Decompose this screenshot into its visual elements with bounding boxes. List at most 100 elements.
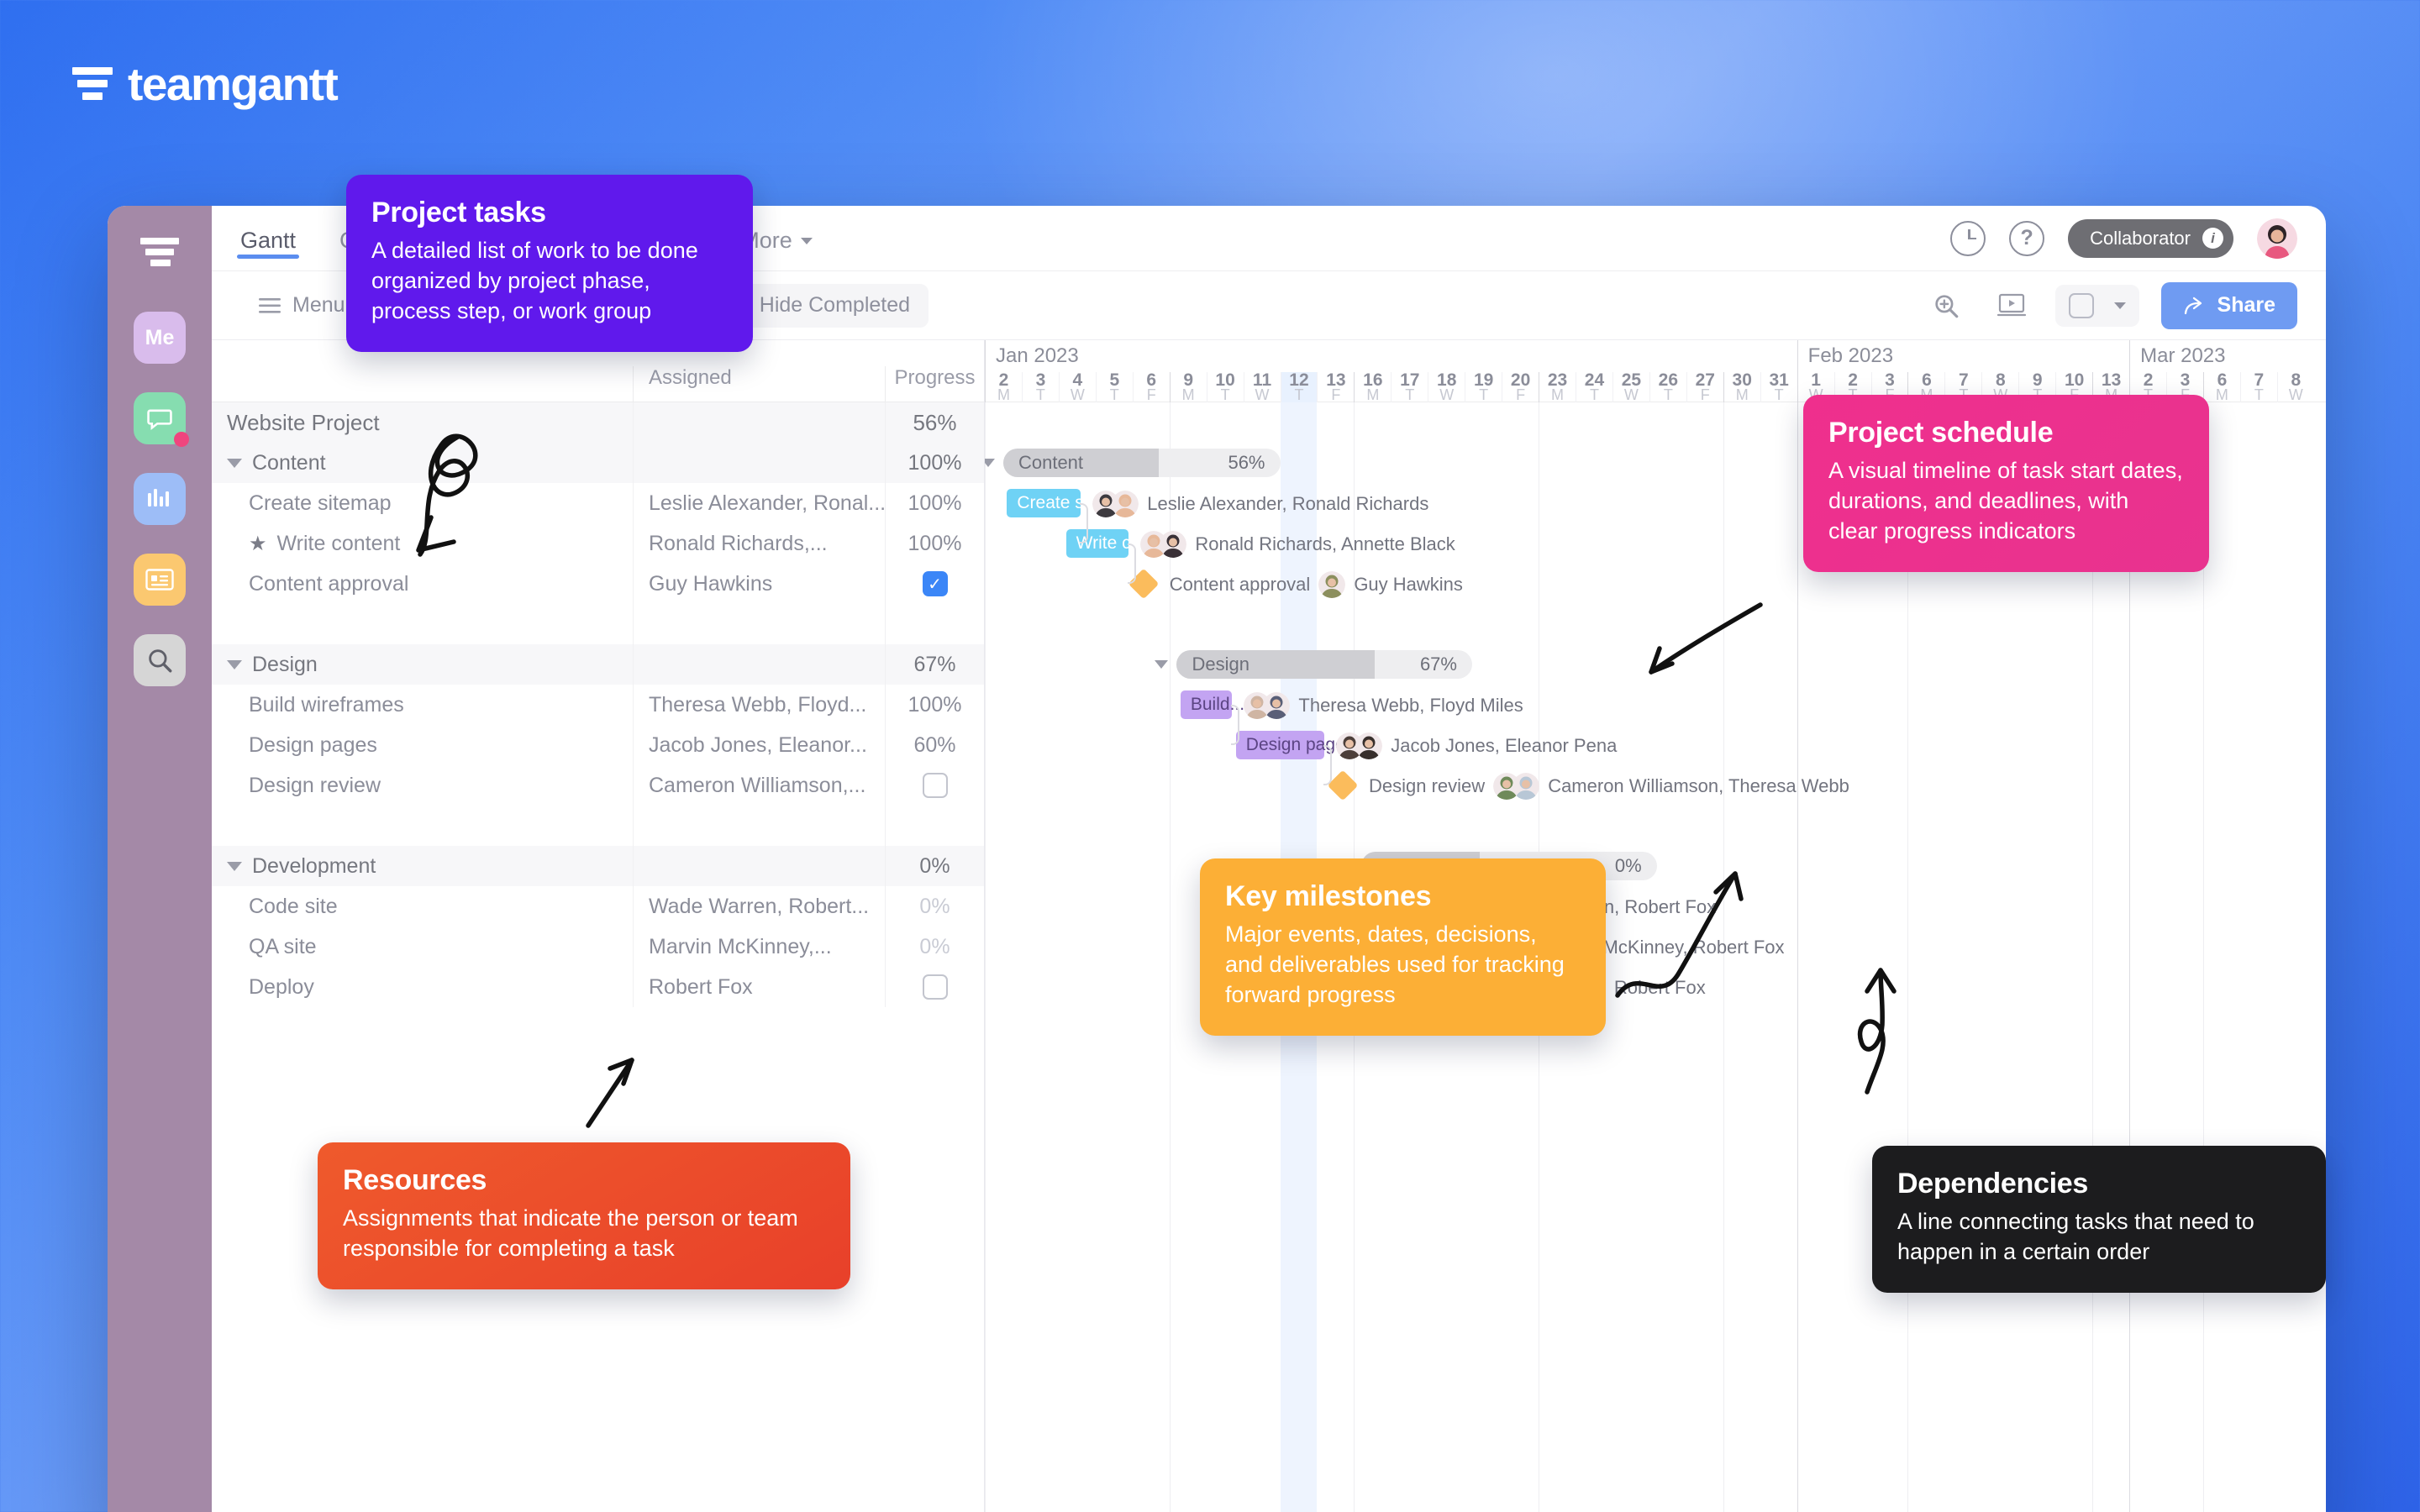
row-progress-cell[interactable]: [885, 806, 984, 846]
share-label: Share: [2217, 293, 2275, 317]
caret-down-icon[interactable]: [227, 458, 242, 468]
row-progress-cell[interactable]: [885, 765, 984, 806]
callout-title: Project schedule: [1828, 417, 2054, 449]
gantt-task-bar[interactable]: Write content: [1065, 529, 1180, 558]
milestone-assignee-names: Cameron Williamson, Theresa Webb: [1548, 775, 1849, 796]
table-row[interactable]: Design pages Jacob Jones, Eleanor... 60%: [212, 725, 984, 765]
callout-body: A detailed list of work to be done organ…: [371, 238, 698, 323]
timeline-day-letter: T: [1035, 386, 1045, 403]
rail-item-me[interactable]: Me: [134, 312, 186, 364]
callout-project-schedule: Project schedule A visual timeline of ta…: [1803, 395, 2209, 572]
timeline-day: 27 F: [1686, 371, 1723, 402]
row-task-cell: Build wireframes: [212, 693, 633, 717]
row-progress-cell[interactable]: [885, 967, 984, 1007]
rail-item-documents[interactable]: [134, 554, 186, 606]
timeline-day-letter: W: [1439, 386, 1455, 403]
tab-gantt[interactable]: Gantt: [236, 206, 300, 270]
table-row[interactable]: Deploy Robert Fox: [212, 967, 984, 1007]
gantt-summary-bar[interactable]: Content 56%: [1002, 449, 1281, 477]
caret-down-icon[interactable]: [227, 861, 242, 871]
row-task-cell: Design pages: [212, 733, 633, 758]
gantt-assignee-names: Leslie Alexander, Ronald Richards: [1147, 493, 1429, 514]
row-progress-cell[interactable]: 0%: [885, 886, 984, 927]
info-icon[interactable]: i: [2202, 228, 2223, 249]
row-progress-cell[interactable]: 100%: [885, 523, 984, 564]
table-row[interactable]: Code site Wade Warren, Robert... 0%: [212, 886, 984, 927]
milestone-assignee-names: Guy Hawkins: [1354, 574, 1463, 595]
gantt-task-bar[interactable]: Build...: [1180, 690, 1244, 719]
row-progress-cell[interactable]: 100%: [885, 685, 984, 725]
table-row[interactable]: Design 67%: [212, 644, 984, 685]
row-progress-cell[interactable]: 0%: [885, 846, 984, 886]
color-select-button[interactable]: [2054, 284, 2139, 327]
row-progress-cell[interactable]: 100%: [885, 443, 984, 483]
search-icon: [149, 649, 172, 673]
checkbox-checked[interactable]: ✓: [922, 571, 948, 596]
row-progress-cell[interactable]: 0%: [885, 927, 984, 967]
chat-bubble-icon: [147, 409, 172, 430]
table-row[interactable]: Content approval Guy Hawkins ✓: [212, 564, 984, 604]
checkbox-unchecked[interactable]: [922, 974, 948, 1000]
row-task-name: Code site: [249, 894, 338, 918]
gantt-assignee-names: Jacob Jones, Eleanor Pena: [1391, 735, 1618, 756]
row-task-name: Deploy: [249, 974, 314, 999]
callout-body: A line connecting tasks that need to hap…: [1897, 1209, 2254, 1264]
row-task-cell: Deploy: [212, 975, 633, 1000]
table-row[interactable]: ★ Write content Ronald Richards,... 100%: [212, 523, 984, 564]
table-row[interactable]: Website Project 56%: [212, 402, 984, 443]
gantt-task-bar[interactable]: Design pages: [1235, 731, 1354, 759]
timeline-day-letter: W: [1070, 386, 1085, 403]
checkbox-unchecked[interactable]: [922, 773, 948, 798]
timeline-day-letter: T: [1405, 386, 1415, 403]
timeline-month-label: Jan 2023: [985, 340, 1797, 372]
rail-item-reports[interactable]: [134, 473, 186, 525]
table-row[interactable]: Design review Cameron Williamson,...: [212, 765, 984, 806]
table-row[interactable]: Build wireframes Theresa Webb, Floyd... 10…: [212, 685, 984, 725]
row-progress-cell[interactable]: 67%: [885, 644, 984, 685]
timeline-day: 4W: [1058, 371, 1096, 403]
menu-button[interactable]: Menu: [240, 284, 364, 328]
avatar: [1263, 692, 1291, 719]
avatar: [1512, 773, 1540, 800]
rail-item-search[interactable]: [134, 634, 186, 686]
gantt-gridline: [2203, 402, 2204, 1512]
rail-item-messages[interactable]: [134, 392, 189, 447]
gantt-summary-bar[interactable]: Design 67%: [1176, 650, 1472, 679]
table-row[interactable]: Content 100%: [212, 443, 984, 483]
row-task-name: Development: [252, 853, 376, 878]
gantt-task-bar[interactable]: Create sitemap: [1007, 489, 1137, 517]
avatar-stack: [1244, 692, 1291, 719]
bar-chart-icon: [148, 489, 169, 507]
row-progress-cell[interactable]: [885, 604, 984, 644]
share-button[interactable]: Share: [2160, 281, 2297, 329]
group-caret-icon[interactable]: [1155, 660, 1169, 669]
row-progress-cell[interactable]: 56%: [885, 402, 984, 443]
callout-project-tasks: Project tasks A detailed list of work to…: [346, 175, 753, 352]
row-assigned-cell: Wade Warren, Robert...: [633, 886, 885, 927]
callout-body: A visual timeline of task start dates, d…: [1828, 458, 2183, 543]
row-progress-cell[interactable]: ✓: [885, 564, 984, 604]
timeline-day: 25 W: [1612, 371, 1649, 402]
star-icon[interactable]: ★: [249, 532, 267, 556]
help-icon[interactable]: ?: [2009, 220, 2045, 256]
collaborator-badge[interactable]: Collaborator i: [2068, 218, 2233, 258]
row-progress-cell[interactable]: 60%: [885, 725, 984, 765]
presentation-button[interactable]: [1990, 284, 2033, 328]
row-task-cell: Website Project: [212, 410, 633, 436]
group-caret-icon[interactable]: [985, 459, 995, 467]
caret-down-icon[interactable]: [227, 659, 242, 669]
nav-right-actions: ? Collaborator i: [1950, 218, 2297, 259]
timeline-day: 24 T: [1576, 371, 1612, 403]
timeline-day-letter: M: [1551, 386, 1565, 403]
table-row[interactable]: Development 0%: [212, 846, 984, 886]
row-progress-cell[interactable]: 100%: [885, 483, 984, 523]
user-avatar[interactable]: [2257, 218, 2297, 259]
table-row[interactable]: QA site Marvin McKinney,... 0%: [212, 927, 984, 967]
row-assigned-cell: Ronald Richards,...: [633, 523, 885, 564]
zoom-in-button[interactable]: [1924, 284, 1968, 328]
clock-icon[interactable]: [1950, 220, 1986, 256]
table-row[interactable]: Create sitemap Leslie Alexander, Ronal...…: [212, 483, 984, 523]
milestone-meta: Content approval Guy Hawkins: [1170, 571, 1463, 598]
hamburger-icon: [259, 297, 281, 313]
timeline-day-letter: T: [1589, 386, 1599, 403]
